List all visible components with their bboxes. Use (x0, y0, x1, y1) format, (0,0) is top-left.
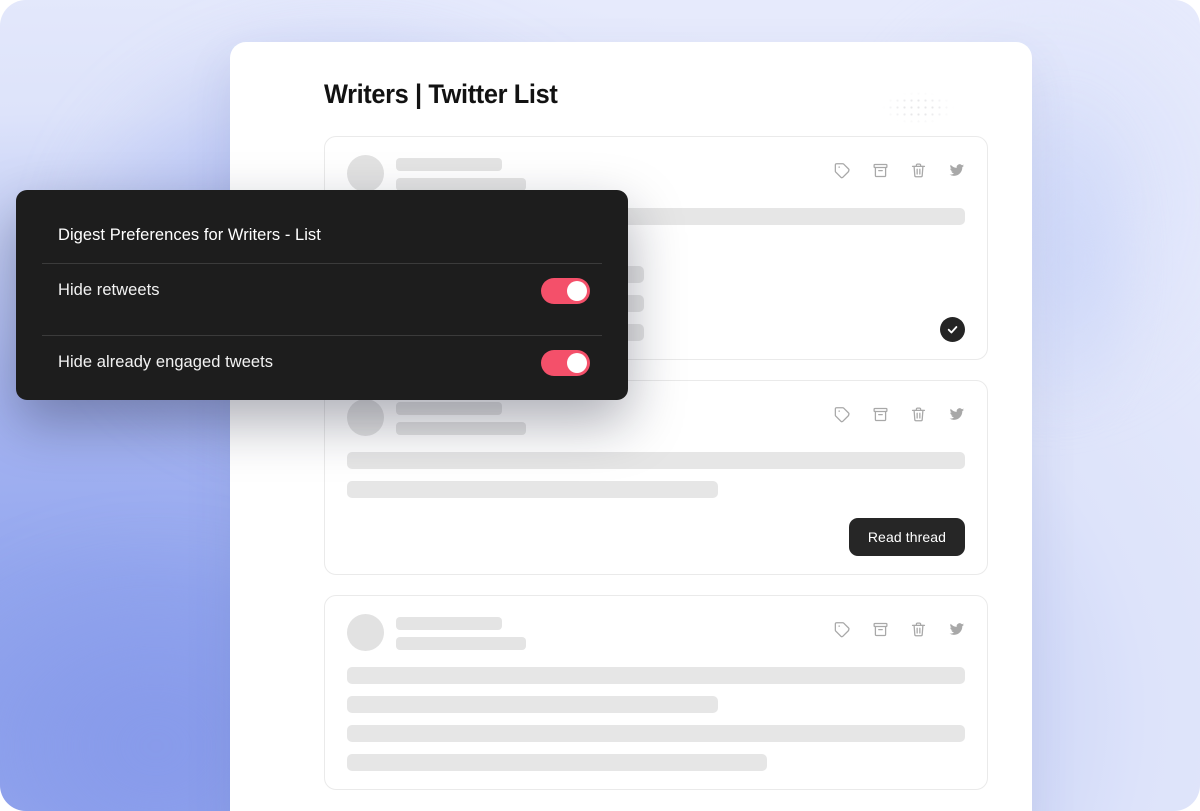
screenshot-root: Writers | Twitter List Read thread Diges… (0, 0, 1200, 811)
tweet-body-skeleton (347, 451, 965, 498)
tweet-text-skeleton-line (347, 480, 718, 498)
tweet-author (347, 613, 526, 651)
app-panel: Writers | Twitter List Read thread (230, 42, 1032, 811)
tweet-text-skeleton-line (347, 666, 965, 684)
archive-icon[interactable] (872, 406, 889, 423)
tweet-card-header (347, 613, 965, 651)
trash-icon[interactable] (910, 621, 927, 638)
author-name-skeleton (396, 157, 502, 171)
trash-icon[interactable] (910, 406, 927, 423)
toggle-knob (567, 280, 587, 301)
tweet-author (347, 398, 526, 436)
digest-preferences-title: Digest Preferences for Writers - List (58, 226, 321, 244)
twitter-icon[interactable] (948, 162, 965, 179)
digest-preference-row: Hide already engaged tweets (16, 336, 628, 390)
app-panel-content: Writers | Twitter List Read thread (230, 42, 1032, 811)
tweet-text-skeleton-line (347, 753, 768, 771)
tweet-card-footer: Read thread (347, 517, 965, 556)
tweet-card-actions (834, 399, 965, 423)
trash-icon[interactable] (910, 162, 927, 179)
tweet-text-skeleton-line (347, 695, 718, 713)
mark-done-badge[interactable] (940, 316, 965, 342)
tweet-card-header (347, 398, 965, 436)
twitter-icon[interactable] (948, 621, 965, 638)
author-name-skeleton (396, 616, 502, 630)
author-name-skeleton-group (396, 399, 526, 435)
tag-icon[interactable] (834, 406, 851, 423)
tag-icon[interactable] (834, 162, 851, 179)
hide-retweets-toggle[interactable] (541, 277, 590, 304)
tweet-card-actions (834, 614, 965, 638)
archive-icon[interactable] (872, 162, 889, 179)
digest-preference-label: Hide retweets (58, 281, 160, 300)
tweet-card-actions (834, 155, 965, 179)
tweet-card (324, 594, 988, 790)
digest-preference-row: Hide retweets (16, 264, 628, 318)
avatar (347, 398, 384, 436)
tweet-text-skeleton-line (347, 724, 965, 742)
toggle-knob (567, 352, 587, 373)
author-name-skeleton (396, 401, 502, 415)
tweet-text-skeleton-line (347, 451, 965, 469)
avatar (347, 613, 384, 651)
tweet-card: Read thread (324, 379, 988, 575)
hide-engaged-tweets-toggle[interactable] (541, 349, 590, 376)
author-handle-skeleton (396, 421, 526, 435)
author-handle-skeleton (396, 177, 526, 191)
author-name-skeleton-group (396, 614, 526, 650)
tag-icon[interactable] (834, 621, 851, 638)
read-thread-button[interactable]: Read thread (848, 517, 965, 556)
tweet-card-header (347, 154, 965, 192)
archive-icon[interactable] (872, 621, 889, 638)
digest-preferences-modal: Digest Preferences for Writers - List Hi… (16, 190, 628, 400)
author-handle-skeleton (396, 636, 526, 650)
digest-preference-label: Hide already engaged tweets (58, 353, 274, 372)
author-name-skeleton-group (396, 155, 526, 191)
avatar (347, 154, 384, 192)
tweet-author (347, 154, 526, 192)
twitter-icon[interactable] (948, 406, 965, 423)
digest-preferences-rows: Hide retweets Hide already engaged tweets (16, 264, 628, 390)
tweet-body-skeleton (347, 666, 965, 771)
page-title: Writers | Twitter List (324, 79, 558, 109)
